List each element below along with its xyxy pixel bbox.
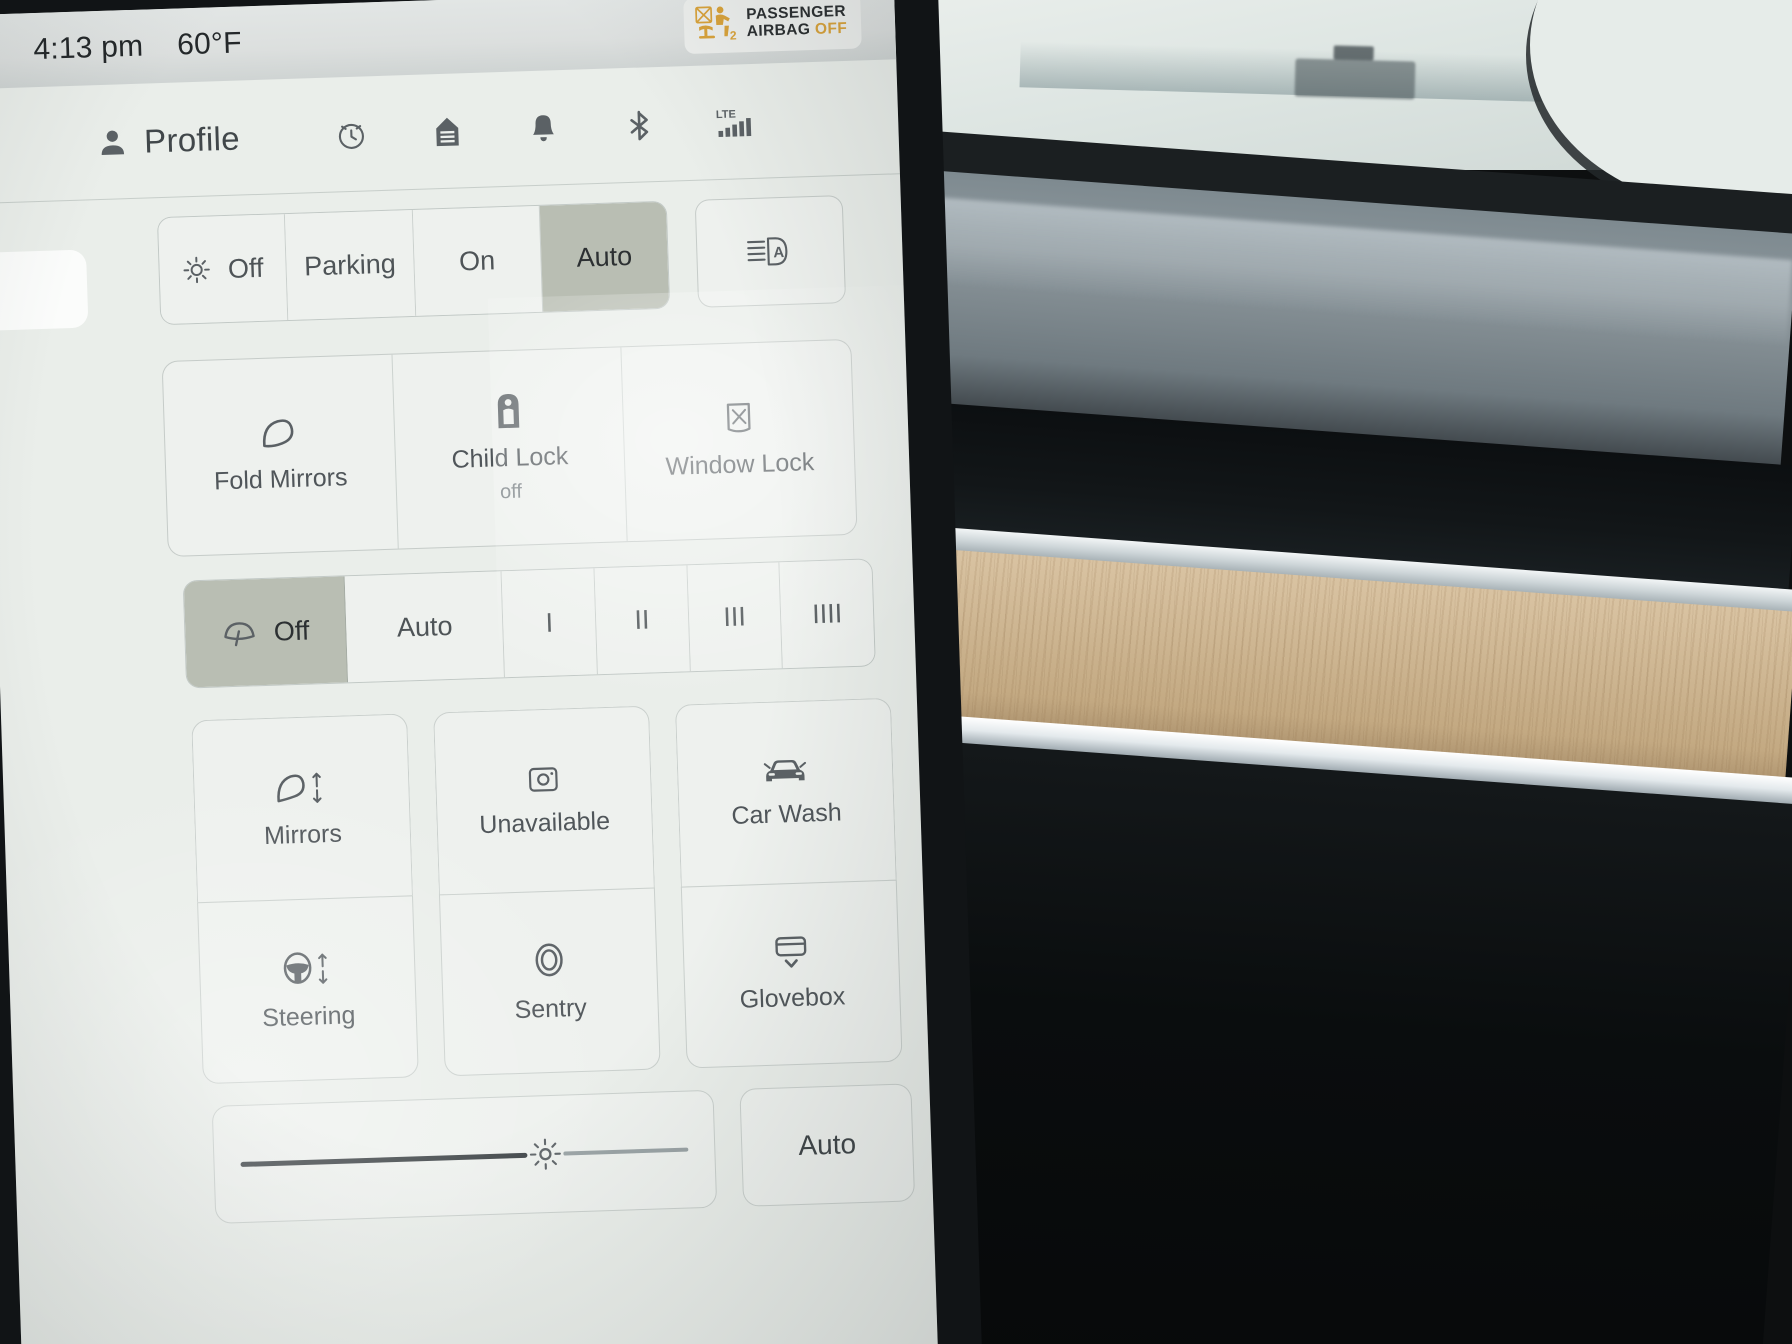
sentry-mode-icon [529, 939, 568, 982]
dashcam-photo-scene: 4:13 pm 60°F 2 PASSENGER AIRBAG OFF Prof… [0, 0, 1792, 1344]
child-lock-button[interactable]: Child Lock off [392, 347, 628, 549]
lights-option-off[interactable]: Off [157, 214, 289, 325]
wipers-speed-2-label: II [633, 604, 650, 635]
window-lock-icon [721, 400, 756, 437]
alarm-clock-icon[interactable] [303, 115, 400, 154]
brightness-sun-icon[interactable] [520, 1129, 570, 1179]
wipers-speed-4[interactable]: IIII [779, 559, 875, 669]
brightness-auto-label: Auto [797, 1128, 857, 1161]
wipers-speed-3-label: III [722, 600, 747, 632]
wipers-speed-4-label: IIII [811, 597, 843, 629]
profile-icon [97, 127, 128, 158]
fold-mirrors-button[interactable]: Fold Mirrors [162, 354, 399, 557]
lte-signal-icon[interactable]: LTE [687, 103, 784, 142]
lights-row: Off Parking On Auto A [156, 195, 860, 326]
quick-controls-grid: Mirrors Steering Unavailable Sentry Car … [191, 697, 903, 1085]
brightness-track[interactable] [240, 1125, 689, 1189]
steering-label: Steering [261, 1001, 356, 1033]
passenger-airbag-off-icon: 2 [693, 3, 738, 46]
offscreen-left-card[interactable] [0, 249, 89, 334]
quick-col-right: Car Wash Glovebox [674, 697, 903, 1069]
windshield-sensor-housing [1294, 58, 1416, 100]
clock-time: 4:13 pm [32, 29, 144, 67]
wipers-option-off[interactable]: Off [183, 576, 349, 688]
brightness-slider[interactable] [211, 1089, 718, 1224]
wipers-option-auto[interactable]: Auto [345, 571, 506, 683]
brightness-auto-button[interactable]: Auto [739, 1083, 916, 1207]
mirrors-adjust-button[interactable]: Mirrors [191, 713, 413, 903]
dashboard-lower [848, 738, 1792, 1344]
child-lock-icon [492, 391, 525, 430]
fold-mirrors-label: Fold Mirrors [213, 463, 348, 496]
outside-temperature: 60°F [176, 26, 243, 62]
tesla-touchscreen[interactable]: 4:13 pm 60°F 2 PASSENGER AIRBAG OFF Prof… [0, 0, 938, 1344]
lights-option-auto-label: Auto [576, 240, 633, 273]
wipers-speed-1[interactable]: I [501, 568, 598, 678]
mirrors-label: Mirrors [263, 819, 343, 850]
car-front-icon [762, 755, 809, 786]
lights-option-parking-label: Parking [303, 248, 397, 281]
airbag-state: OFF [814, 19, 848, 38]
wipers-speed-1-label: I [545, 607, 554, 638]
mirror-adjust-icon [272, 766, 331, 808]
profile-label: Profile [143, 119, 241, 160]
lights-option-auto[interactable]: Auto [539, 201, 670, 312]
wipers-speed-3[interactable]: III [687, 562, 784, 672]
quick-col-left: Mirrors Steering [191, 713, 419, 1085]
lights-option-off-label: Off [227, 252, 264, 284]
side-mirror-icon [257, 415, 302, 452]
glovebox-icon [771, 934, 810, 971]
svg-text:LTE: LTE [716, 108, 736, 121]
lights-segmented-control: Off Parking On Auto [156, 200, 671, 326]
mirrors-locks-row: Fold Mirrors Child Lock off Window Lock [161, 338, 858, 558]
notifications-bell-icon[interactable] [495, 109, 592, 148]
brightness-row: Auto [211, 1083, 916, 1224]
brightness-remainder [562, 1147, 689, 1156]
passenger-airbag-indicator: 2 PASSENGER AIRBAG OFF [682, 0, 862, 55]
windshield-wiper-icon [221, 617, 258, 648]
camera-unavailable-button[interactable]: Unavailable [433, 705, 655, 895]
window-lock-button[interactable]: Window Lock [622, 340, 857, 541]
garage-door-icon[interactable] [399, 112, 496, 151]
glovebox-label: Glovebox [739, 982, 846, 1015]
window-lock-label: Window Lock [665, 448, 815, 482]
touchscreen-bezel: 4:13 pm 60°F 2 PASSENGER AIRBAG OFF Prof… [0, 0, 983, 1344]
airbag-status-text: PASSENGER AIRBAG OFF [746, 3, 848, 41]
child-lock-label: Child Lock [451, 441, 569, 474]
lights-option-on-label: On [458, 244, 496, 276]
quick-col-mid: Unavailable Sentry [433, 705, 661, 1077]
lights-option-on[interactable]: On [412, 205, 543, 316]
camera-icon [525, 762, 562, 795]
svg-text:2: 2 [729, 28, 736, 42]
car-wash-button[interactable]: Car Wash [674, 697, 897, 887]
auto-high-beam-button[interactable]: A [694, 195, 847, 308]
camera-status-label: Unavailable [478, 806, 611, 839]
steering-wheel-adjust-icon [278, 946, 337, 990]
wipers-option-auto-label: Auto [396, 610, 453, 643]
lights-option-parking[interactable]: Parking [285, 209, 416, 321]
brightness-fill [240, 1152, 528, 1167]
glovebox-button[interactable]: Glovebox [680, 879, 903, 1069]
headlight-off-icon [182, 254, 213, 285]
steering-adjust-button[interactable]: Steering [197, 895, 419, 1085]
bluetooth-icon[interactable] [591, 106, 688, 145]
sentry-mode-button[interactable]: Sentry [438, 887, 661, 1077]
wipers-option-off-label: Off [273, 615, 310, 647]
auto-high-beam-icon: A [744, 234, 797, 270]
profile-button[interactable]: Profile [97, 120, 241, 163]
controls-panel: Off Parking On Auto A Fold Mirrors Child… [0, 175, 938, 1344]
wipers-speed-2[interactable]: II [594, 565, 691, 675]
wipers-segmented-control: Off Auto I II III IIII [182, 558, 876, 689]
airbag-line-2: AIRBAG [746, 21, 811, 41]
child-lock-state: off [499, 480, 523, 504]
car-wash-label: Car Wash [730, 798, 843, 830]
svg-text:A: A [773, 244, 785, 261]
sentry-label: Sentry [514, 994, 588, 1025]
